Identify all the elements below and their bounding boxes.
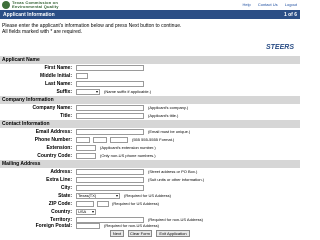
chevron-down-icon: ▾	[95, 89, 98, 94]
company-note: (Applicant's company.)	[148, 105, 189, 110]
chevron-down-icon: ▾	[91, 209, 94, 214]
country-code-row: Country Code: (Only non-US phone numbers…	[0, 152, 300, 160]
state-seal-icon	[2, 1, 10, 9]
city-label: City:	[60, 185, 72, 191]
suffix-note: (Name suffix if applicable.)	[104, 89, 152, 94]
foreign-postal-row: Foreign Postal: (Required for non-US Add…	[0, 222, 300, 230]
email-input[interactable]	[76, 129, 144, 135]
country-code-label: Country Code:	[37, 153, 72, 159]
phone-label: Phone Number:	[34, 137, 72, 143]
org-name: Texas Commission on Environmental Qualit…	[12, 0, 59, 9]
phone-row: Phone Number: (555 555-5555 Format.)	[0, 136, 300, 144]
extra-line-label: Extra Line:	[46, 177, 72, 183]
last-name-row: Last Name:	[0, 80, 300, 88]
country-label: Country:	[51, 209, 72, 215]
email-row: Email Address: (Email must be unique.)	[0, 128, 300, 136]
phone-line-input[interactable]	[110, 137, 128, 143]
email-note: (Email must be unique.)	[148, 129, 191, 134]
state-label: State:	[58, 193, 72, 199]
extra-line-row: Extra Line: (Suit units or other informa…	[0, 176, 300, 184]
extra-note: (Suit units or other information.)	[148, 177, 205, 182]
address-label: Address:	[50, 169, 72, 175]
logout-link[interactable]: Logout	[285, 2, 297, 7]
address-input[interactable]	[76, 169, 144, 175]
city-input[interactable]	[76, 185, 144, 191]
middle-initial-label: Middle Initial:	[40, 73, 72, 79]
title-note: (Applicant's title.)	[148, 113, 179, 118]
foreign-note: (Required for non-US Address)	[104, 223, 159, 228]
section-applicant-name: Applicant Name	[0, 56, 300, 64]
foreign-postal-label: Foreign Postal:	[35, 223, 72, 229]
title-input[interactable]	[76, 113, 144, 119]
contact-link[interactable]: Contact Us	[258, 2, 278, 7]
suffix-select[interactable]: ▾	[76, 89, 100, 95]
first-name-label: First Name:	[44, 65, 72, 71]
title-label: Title:	[60, 113, 72, 119]
phone-area-input[interactable]	[76, 137, 90, 143]
top-bar: Texas Commission on Environmental Qualit…	[0, 0, 300, 10]
intro-text: Please enter the applicant's information…	[2, 23, 182, 35]
address-note: (Street address or PO Box.)	[148, 169, 198, 174]
last-name-input[interactable]	[76, 81, 144, 87]
page-title: Applicant Information	[3, 12, 55, 18]
extra-line-input[interactable]	[76, 177, 144, 183]
extension-row: Extension: (Applicant's extension number…	[0, 144, 300, 152]
extension-note: (Applicant's extension number.)	[100, 145, 156, 150]
extension-input[interactable]	[76, 145, 96, 151]
clear-form-button[interactable]: Clear Form	[128, 230, 152, 237]
phone-note: (555 555-5555 Format.)	[132, 137, 175, 142]
suffix-label: Suffix:	[56, 89, 72, 95]
top-links: Help Contact Us Logout	[236, 2, 297, 7]
city-row: City:	[0, 184, 300, 192]
phone-prefix-input[interactable]	[93, 137, 107, 143]
company-name-input[interactable]	[76, 105, 144, 111]
first-name-row: First Name:	[0, 64, 300, 72]
suffix-row: Suffix: ▾ (Name suffix if applicable.)	[0, 88, 300, 96]
country-code-note: (Only non-US phone numbers.)	[100, 153, 156, 158]
foreign-postal-input[interactable]	[76, 223, 100, 229]
middle-initial-input[interactable]	[76, 73, 88, 79]
state-row: State: Texas(TX) ▾ (Required for US Addre…	[0, 192, 300, 200]
middle-initial-row: Middle Initial:	[0, 72, 300, 80]
zip-ext-input[interactable]	[97, 201, 109, 207]
country-code-input[interactable]	[76, 153, 96, 159]
help-link[interactable]: Help	[242, 2, 250, 7]
email-label: Email Address:	[35, 129, 72, 135]
company-name-label: Company Name:	[32, 105, 72, 111]
company-name-row: Company Name: (Applicant's company.)	[0, 104, 300, 112]
exit-application-button[interactable]: Exit Application	[156, 230, 190, 237]
tceq-logo: Texas Commission on Environmental Qualit…	[2, 1, 72, 9]
state-note: (Required for US Address)	[124, 193, 171, 198]
page-titlebar: Applicant Information 1 of 6	[0, 10, 300, 19]
steers-logo: STEERS	[265, 44, 294, 51]
address-row: Address: (Street address or PO Box.)	[0, 168, 300, 176]
zip-input[interactable]	[76, 201, 94, 207]
section-contact: Contact Information	[0, 120, 300, 128]
zip-note: (Required for US Address)	[112, 201, 159, 206]
chevron-down-icon: ▾	[115, 193, 118, 198]
section-company: Company Information	[0, 96, 300, 104]
state-select[interactable]: Texas(TX) ▾	[76, 193, 120, 199]
first-name-input[interactable]	[76, 65, 144, 71]
country-row: Country: USA ▾	[0, 208, 300, 216]
next-button[interactable]: Next	[110, 230, 124, 237]
title-row: Title: (Applicant's title.)	[0, 112, 300, 120]
section-mailing: Mailing Address	[0, 160, 300, 168]
last-name-label: Last Name:	[45, 81, 72, 87]
page-counter: 1 of 6	[283, 12, 297, 18]
zip-label: ZIP Code:	[48, 201, 72, 207]
extension-label: Extension:	[46, 145, 72, 151]
country-select[interactable]: USA ▾	[76, 209, 96, 215]
zip-row: ZIP Code: (Required for US Address)	[0, 200, 300, 208]
